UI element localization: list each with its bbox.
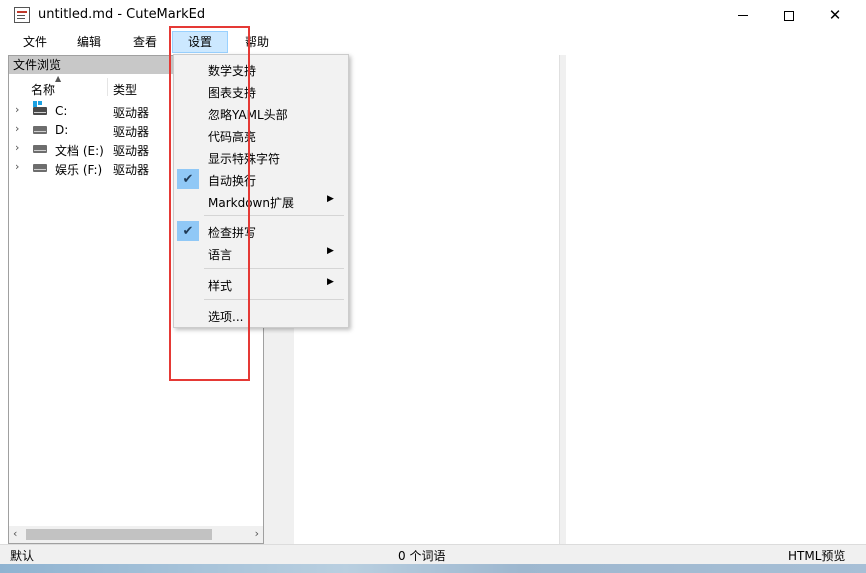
expand-chevron-icon[interactable]: ›	[15, 122, 19, 135]
status-style: 默认	[10, 549, 35, 563]
tree-item-type: 驱动器	[113, 106, 150, 120]
expand-chevron-icon[interactable]: ›	[15, 141, 19, 154]
expand-chevron-icon[interactable]: ›	[15, 103, 19, 116]
menu-separator	[204, 215, 344, 216]
menu-help[interactable]: 帮助	[232, 31, 282, 53]
maximize-button[interactable]	[766, 0, 812, 31]
tree-item-label: C:	[55, 104, 68, 118]
menu-bar: 文件 编辑 查看 设置 帮助	[0, 31, 866, 53]
app-icon	[14, 7, 30, 23]
scroll-right-icon[interactable]: ›	[255, 527, 259, 540]
checkmark-icon: ✔	[177, 221, 199, 241]
menu-style[interactable]: 样式 ▶	[174, 273, 348, 295]
menu-item-label: 图表支持	[208, 86, 257, 100]
window-title: untitled.md - CuteMarkEd	[38, 7, 206, 22]
scrollbar-thumb[interactable]	[26, 529, 212, 540]
checkmark-icon: ✔	[177, 169, 199, 189]
menu-options[interactable]: 选项...	[174, 304, 348, 326]
close-button[interactable]: ✕	[812, 0, 858, 31]
submenu-arrow-icon: ▶	[327, 246, 334, 256]
maximize-icon	[784, 10, 794, 21]
minimize-button[interactable]	[720, 0, 766, 31]
column-separator[interactable]	[107, 78, 108, 96]
drive-icon	[33, 126, 47, 134]
menu-item-label: 忽略YAML头部	[208, 108, 288, 122]
menu-ignore-yaml[interactable]: 忽略YAML头部	[174, 102, 348, 124]
expand-chevron-icon[interactable]: ›	[15, 160, 19, 173]
menu-word-wrap[interactable]: ✔ 自动换行	[174, 168, 348, 190]
menu-math-support[interactable]: 数学支持	[174, 58, 348, 80]
column-name[interactable]: 名称	[31, 81, 55, 98]
submenu-arrow-icon: ▶	[327, 194, 334, 204]
submenu-arrow-icon: ▶	[327, 277, 334, 287]
html-preview-pane	[566, 55, 866, 544]
tree-item-type: 驱动器	[113, 144, 150, 158]
menu-separator	[204, 299, 344, 300]
column-type[interactable]: 类型	[113, 81, 137, 98]
menu-item-label: Markdown扩展	[208, 196, 294, 210]
close-icon: ✕	[828, 6, 842, 24]
menu-file[interactable]: 文件	[10, 31, 60, 53]
menu-code-highlight[interactable]: 代码高亮	[174, 124, 348, 146]
menu-spell-check[interactable]: ✔ 检查拼写	[174, 220, 348, 242]
system-drive-icon	[33, 101, 47, 115]
minimize-icon	[738, 15, 748, 16]
menu-view[interactable]: 查看	[120, 31, 170, 53]
drive-icon	[33, 164, 47, 172]
status-preview-mode[interactable]: HTML预览	[788, 547, 845, 564]
menu-settings[interactable]: 设置	[172, 31, 228, 53]
horizontal-scrollbar[interactable]: ‹ ›	[9, 526, 263, 543]
status-bar: 默认 0 个词语 HTML预览	[0, 544, 866, 564]
menu-item-label: 选项...	[208, 310, 244, 324]
menu-item-label: 代码高亮	[208, 130, 257, 144]
menu-show-special-chars[interactable]: 显示特殊字符	[174, 146, 348, 168]
tree-item-label: D:	[55, 123, 69, 137]
sort-ascending-icon: ▲	[55, 74, 62, 83]
title-bar: untitled.md - CuteMarkEd ✕	[0, 0, 866, 31]
status-word-count: 0 个词语	[398, 549, 446, 563]
menu-item-label: 显示特殊字符	[208, 152, 281, 166]
drive-icon	[33, 145, 47, 153]
tree-item-label: 文档 (E:)	[55, 144, 104, 158]
menu-markdown-extensions[interactable]: Markdown扩展 ▶	[174, 190, 348, 212]
menu-edit[interactable]: 编辑	[64, 31, 114, 53]
desktop-strip	[0, 564, 866, 573]
tree-item-type: 驱动器	[113, 125, 150, 139]
menu-item-label: 数学支持	[208, 64, 257, 78]
tree-item-label: 娱乐 (F:)	[55, 163, 103, 177]
menu-separator	[204, 268, 344, 269]
settings-dropdown-menu: 数学支持 图表支持 忽略YAML头部 代码高亮 显示特殊字符 ✔ 自动换行 Ma…	[173, 54, 349, 328]
menu-item-label: 语言	[208, 248, 233, 262]
tree-item-type: 驱动器	[113, 163, 150, 177]
menu-item-label: 检查拼写	[208, 226, 257, 240]
menu-diagram-support[interactable]: 图表支持	[174, 80, 348, 102]
menu-language[interactable]: 语言 ▶	[174, 242, 348, 264]
scroll-left-icon[interactable]: ‹	[13, 527, 17, 540]
menu-item-label: 自动换行	[208, 174, 257, 188]
menu-item-label: 样式	[208, 279, 233, 293]
